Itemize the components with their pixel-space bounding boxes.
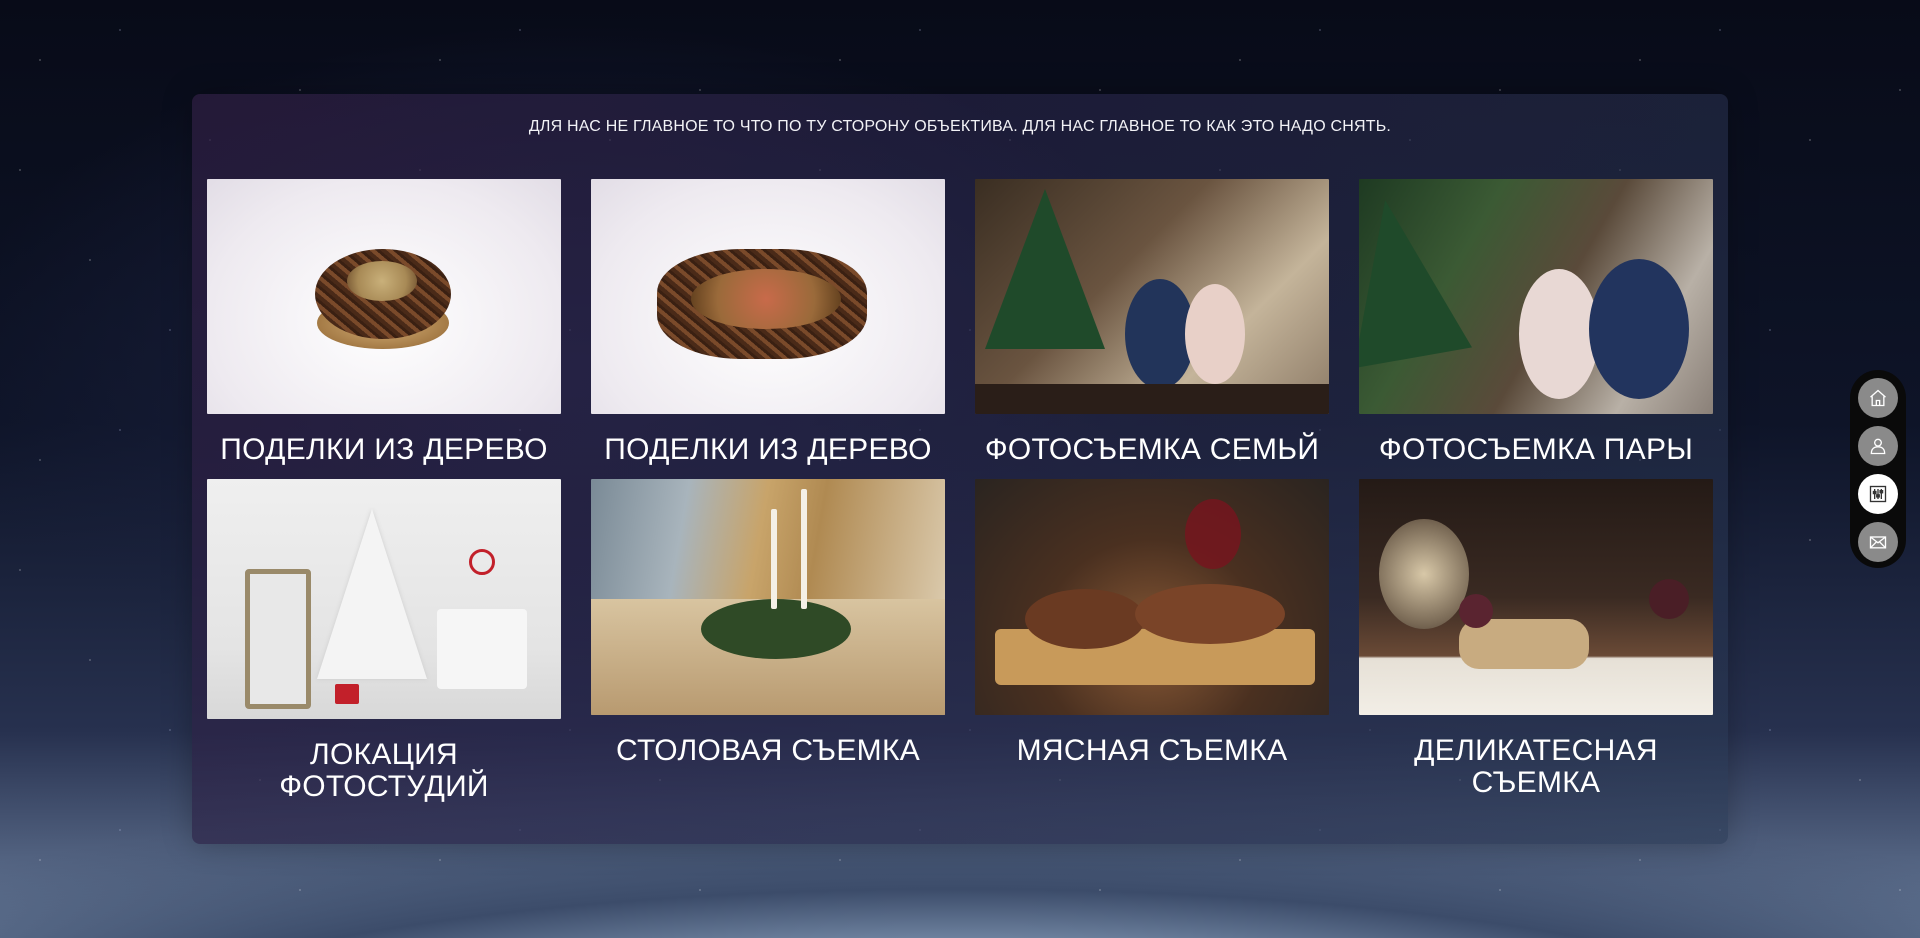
gallery-label: МЯСНАЯ СЪЕМКА bbox=[1016, 734, 1288, 767]
nav-portfolio-button[interactable] bbox=[1858, 474, 1898, 514]
sliders-icon bbox=[1869, 485, 1887, 503]
gallery-card-delicacy-photo[interactable]: ДЕЛИКАТЕСНАЯ СЪЕМКА bbox=[1359, 479, 1713, 799]
side-navigation bbox=[1850, 370, 1906, 568]
gallery-card-studio-location[interactable]: ЛОКАЦИЯ ФОТОСТУДИЙ bbox=[207, 479, 561, 803]
gallery-card-wood-crafts-2[interactable]: ПОДЕЛКИ ИЗ ДЕРЕВО bbox=[591, 179, 945, 466]
gallery-label: ПОДЕЛКИ ИЗ ДЕРЕВО bbox=[604, 433, 932, 466]
gallery-photo bbox=[591, 479, 945, 715]
gallery-card-table-setting[interactable]: СТОЛОВАЯ СЪЕМКА bbox=[591, 479, 945, 767]
gallery-label: ПОДЕЛКИ ИЗ ДЕРЕВО bbox=[220, 433, 548, 466]
gallery-photo bbox=[1359, 179, 1713, 414]
gallery-photo bbox=[207, 179, 561, 414]
user-icon bbox=[1870, 438, 1886, 455]
gallery-card-meat-photo[interactable]: МЯСНАЯ СЪЕМКА bbox=[975, 479, 1329, 767]
nav-contact-button[interactable] bbox=[1858, 522, 1898, 562]
gallery-card-wood-crafts-1[interactable]: ПОДЕЛКИ ИЗ ДЕРЕВО bbox=[207, 179, 561, 466]
gallery-card-family-photo[interactable]: ФОТОСЪЕМКА СЕМЬЙ bbox=[975, 179, 1329, 466]
tagline: ДЛЯ НАС НЕ ГЛАВНОЕ ТО ЧТО ПО ТУ СТОРОНУ … bbox=[528, 118, 1392, 135]
gallery-photo bbox=[591, 179, 945, 414]
gallery-label: ФОТОСЪЕМКА СЕМЬЙ bbox=[984, 433, 1320, 466]
gallery-photo bbox=[975, 179, 1329, 414]
portfolio-grid: ПОДЕЛКИ ИЗ ДЕРЕВО ПОДЕЛКИ ИЗ ДЕРЕВО ФОТО… bbox=[207, 179, 1713, 819]
home-icon bbox=[1870, 389, 1886, 407]
portfolio-panel: ДЛЯ НАС НЕ ГЛАВНОЕ ТО ЧТО ПО ТУ СТОРОНУ … bbox=[192, 94, 1728, 844]
gallery-label: ДЕЛИКАТЕСНАЯ СЪЕМКА bbox=[1414, 734, 1658, 799]
gallery-label: ФОТОСЪЕМКА ПАРЫ bbox=[1378, 433, 1694, 466]
gallery-label: ЛОКАЦИЯ ФОТОСТУДИЙ bbox=[279, 738, 489, 803]
gallery-photo bbox=[207, 479, 561, 719]
gallery-photo bbox=[975, 479, 1329, 715]
nav-about-button[interactable] bbox=[1858, 426, 1898, 466]
mail-icon bbox=[1869, 536, 1887, 549]
gallery-photo bbox=[1359, 479, 1713, 715]
nav-home-button[interactable] bbox=[1858, 378, 1898, 418]
gallery-card-couple-photo[interactable]: ФОТОСЪЕМКА ПАРЫ bbox=[1359, 179, 1713, 466]
gallery-label: СТОЛОВАЯ СЪЕМКА bbox=[615, 734, 921, 767]
